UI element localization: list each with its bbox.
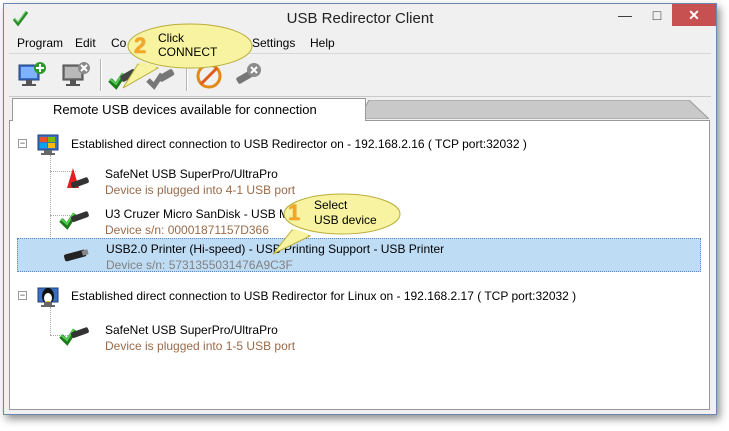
- device-name: U3 Cruzer Micro SanDisk - USB M: [105, 207, 290, 221]
- menu-help[interactable]: Help: [310, 36, 335, 50]
- callout-line1: Select: [314, 198, 348, 212]
- callout-line2: CONNECT: [158, 45, 218, 59]
- device-status: Device is plugged into 4-1 USB port: [105, 183, 296, 197]
- callout-line2: USB device: [314, 213, 377, 227]
- host-label: Established direct connection to USB Red…: [71, 289, 577, 303]
- device-name: SafeNet USB SuperPro/UltraPro: [105, 167, 278, 181]
- remove-server-icon[interactable]: [58, 58, 92, 92]
- device-serial: Device s/n: 5731355031476A9C3F: [106, 258, 293, 272]
- device-tree-panel: − Established direct connection to USB R…: [9, 120, 710, 410]
- usb-key-red-icon: [67, 168, 89, 188]
- callout-line1: Click: [158, 31, 184, 45]
- collapse-icon[interactable]: −: [18, 291, 27, 300]
- tab-remote-usb-devices-label: Remote USB devices available for connect…: [53, 102, 317, 117]
- usb-key-green-icon: [59, 327, 89, 346]
- callout-select-device: 1 Select USB device: [268, 192, 403, 262]
- add-server-icon[interactable]: [14, 58, 48, 92]
- linux-server-icon: [37, 287, 59, 307]
- usb-flash-icon: [59, 211, 89, 230]
- windows-server-icon: [37, 134, 59, 155]
- minimize-button[interactable]: —: [610, 4, 640, 26]
- menu-edit[interactable]: Edit: [75, 36, 96, 50]
- tab-remote-usb-devices[interactable]: Remote USB devices available for connect…: [12, 98, 366, 121]
- close-button[interactable]: ✕: [672, 4, 716, 26]
- maximize-button[interactable]: □: [644, 4, 670, 26]
- menu-bar: Program Edit Co Settings Help: [9, 34, 711, 52]
- device-serial: Device s/n: 00001871157D366: [105, 223, 269, 237]
- tab-inactive[interactable]: [359, 100, 709, 119]
- toolbar: [9, 53, 711, 97]
- host-label: Established direct connection to USB Red…: [71, 137, 527, 151]
- collapse-icon[interactable]: −: [18, 139, 27, 148]
- tab-strip: Remote USB devices available for connect…: [9, 97, 711, 121]
- callout-click-connect: 2 Click CONNECT: [118, 22, 253, 92]
- device-status: Device is plugged into 1-5 USB port: [105, 339, 296, 353]
- menu-program[interactable]: Program: [17, 36, 63, 50]
- device-row-safenet[interactable]: SafeNet USB SuperPro/UltraPro Device is …: [30, 161, 706, 197]
- callout-number: 2: [134, 33, 147, 58]
- menu-settings[interactable]: Settings: [252, 36, 295, 50]
- device-name: SafeNet USB SuperPro/UltraPro: [105, 323, 278, 337]
- title-bar[interactable]: USB Redirector Client — □ ✕: [4, 4, 716, 33]
- usb-printer-icon: [64, 249, 89, 262]
- device-row-safenet-linux[interactable]: SafeNet USB SuperPro/UltraPro Device is …: [30, 317, 706, 353]
- callout-number: 1: [288, 200, 301, 225]
- device-tree: − Established direct connection to USB R…: [10, 121, 709, 409]
